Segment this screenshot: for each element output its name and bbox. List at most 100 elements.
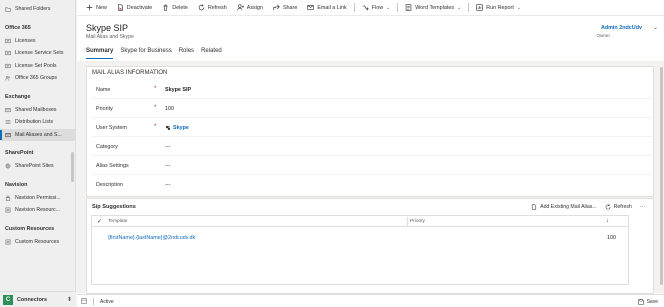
name-field[interactable]: Skype SIP <box>165 87 191 93</box>
word-icon <box>405 4 412 11</box>
share-label: Share <box>282 4 298 11</box>
sidebar-item-label: SharePoint Sites <box>15 163 54 169</box>
sidebar-item-navision-permissions[interactable]: Navision Permissi... <box>0 192 76 205</box>
field-description: Description --- <box>92 178 652 194</box>
sidebar-item-label: Custom Resources <box>15 238 60 245</box>
field-label: Name <box>96 87 111 93</box>
sidebar-item-custom-resources[interactable]: Custom Resources <box>0 236 76 249</box>
tab-summary[interactable]: Summary <box>86 47 114 59</box>
category-field[interactable]: --- <box>165 144 170 150</box>
sidebar-item-shared-folders[interactable]: Shared Folders <box>0 3 76 16</box>
mailbox-icon <box>5 107 11 113</box>
field-label: Description <box>96 182 123 188</box>
sidebar-group-sharepoint: SharePoint <box>5 150 34 156</box>
description-field[interactable]: --- <box>165 182 170 188</box>
email-link-button[interactable]: Email a Link <box>302 0 351 16</box>
delete-label: Delete <box>172 4 188 11</box>
new-button[interactable]: New <box>81 0 112 16</box>
main-panel: New Deactivate Delete Refresh Assign Sha… <box>77 0 664 307</box>
sidebar-item-sharepoint-sites[interactable]: SharePoint Sites <box>0 160 76 173</box>
permission-icon <box>5 195 11 201</box>
sidebar-group-custom-resources: Custom Resources <box>5 225 55 232</box>
license-icon <box>5 63 11 69</box>
run-report-button[interactable]: Run Report ⌄ <box>471 0 526 16</box>
alias-settings-field[interactable]: --- <box>165 163 170 169</box>
subgrid-refresh-button[interactable]: Refresh <box>605 204 632 210</box>
assign-label: Assign <box>246 4 263 11</box>
sidebar-group-exchange: Exchange <box>5 93 31 100</box>
form-scroll-thumb[interactable] <box>660 67 663 285</box>
area-switcher[interactable]: C Connectors ⬍ <box>0 291 76 307</box>
field-alias-settings: Alias Settings --- <box>92 159 652 175</box>
sidebar-item-navision-resources[interactable]: Navision Resourc... <box>0 204 76 217</box>
open-window-icon[interactable] <box>81 298 87 304</box>
add-existing-mail-alias-button[interactable]: Add Existing Mail Alias... <box>531 204 597 210</box>
user-system-value: Skype <box>173 125 189 131</box>
sidebar-item-label: Navision Permissi... <box>15 194 61 201</box>
chevron-down-icon[interactable]: ⌄ <box>653 24 658 31</box>
chevron-down-icon: ⌄ <box>457 4 462 11</box>
required-marker: * <box>154 124 157 130</box>
sidebar-scroll-thumb[interactable] <box>71 152 74 182</box>
flow-button[interactable]: Flow ⌄ <box>357 0 396 16</box>
delete-button[interactable]: Delete <box>157 0 193 16</box>
tab-roles[interactable]: Roles <box>179 47 194 59</box>
new-label: New <box>96 4 107 11</box>
sidebar-item-office365-groups[interactable]: Office 365 Groups <box>0 72 76 85</box>
command-bar: New Deactivate Delete Refresh Assign Sha… <box>77 0 664 16</box>
sidebar-scrollbar[interactable] <box>71 2 74 288</box>
more-commands-button[interactable]: ··· <box>640 204 645 210</box>
owner-link[interactable]: Admin 2ndcUdv <box>601 25 642 31</box>
column-header-template[interactable]: Template <box>108 219 127 224</box>
resource-icon <box>5 207 11 213</box>
user-system-lookup[interactable]: Skype <box>165 125 189 131</box>
command-separator <box>353 3 355 12</box>
sidebar-item-mail-aliases[interactable]: Mail Aliases and S... <box>0 128 76 141</box>
sidebar-item-label: Office 365 Groups <box>15 75 58 81</box>
deactivate-button[interactable]: Deactivate <box>112 0 157 16</box>
sidebar-item-shared-mailboxes[interactable]: Shared Mailboxes <box>0 104 76 117</box>
plus-icon <box>86 4 93 11</box>
email-icon <box>307 4 314 11</box>
template-cell[interactable]: {firstName}.{lastName}@2ndcudv.dk <box>108 235 195 241</box>
command-separator <box>397 3 399 12</box>
record-status: Active <box>100 298 114 305</box>
column-header-priority[interactable]: Priority <box>410 219 425 224</box>
table-row[interactable]: {firstName}.{lastName}@2ndcudv.dk 100 <box>92 233 628 245</box>
sort-desc-icon[interactable]: ↓ <box>606 218 609 224</box>
share-button[interactable]: Share <box>268 0 302 16</box>
subgrid-title: Sip Suggestions <box>92 204 136 210</box>
tab-related[interactable]: Related <box>201 47 222 59</box>
field-user-system: User System * Skype <box>92 121 652 137</box>
sitemap-sidebar: Shared Folders Office 365 Licenses Licen… <box>0 0 76 307</box>
sidebar-item-license-set-pools[interactable]: License Set Pools <box>0 60 76 73</box>
sidebar-item-label: Licenses <box>15 37 36 44</box>
form-tabs: Summary Skype for Business Roles Related <box>86 47 229 59</box>
save-button[interactable]: Save <box>637 299 658 305</box>
priority-field[interactable]: 100 <box>165 106 174 112</box>
field-label: Priority <box>96 106 113 112</box>
select-all-checkbox[interactable]: ✓ <box>97 218 102 225</box>
section-title: MAIL ALIAS INFORMATION <box>92 70 168 76</box>
record-header: Skype SIP Mail Alias and Skype Admin 2nd… <box>77 17 664 47</box>
assign-button[interactable]: Assign <box>232 0 268 16</box>
word-templates-button[interactable]: Word Templates ⌄ <box>400 0 466 16</box>
sidebar-item-license-service-sets[interactable]: License Service Sets <box>0 47 76 60</box>
column-divider[interactable] <box>407 217 408 226</box>
sip-suggestions-subgrid: Sip Suggestions Add Existing Mail Alias.… <box>86 198 654 294</box>
sidebar-item-distribution-lists[interactable]: Distribution Lists <box>0 116 76 129</box>
sidebar-item-label: Shared Folders <box>15 6 51 12</box>
form-footer: Active Save <box>77 294 664 307</box>
owner-label: Owner <box>596 33 610 38</box>
form-scrollbar[interactable] <box>659 61 664 293</box>
area-badge: C <box>3 294 13 305</box>
field-name: Name * Skype SIP <box>92 83 652 99</box>
refresh-button[interactable]: Refresh <box>193 0 232 16</box>
priority-cell: 100 <box>607 235 616 241</box>
sidebar-item-licenses[interactable]: Licenses <box>0 35 76 48</box>
mail-icon <box>5 132 11 138</box>
chevron-down-icon: ⌄ <box>386 4 391 11</box>
add-existing-label: Add Existing Mail Alias... <box>540 204 597 210</box>
mail-alias-section: MAIL ALIAS INFORMATION Name * Skype SIP … <box>86 66 654 197</box>
tab-skype-for-business[interactable]: Skype for Business <box>120 47 171 59</box>
